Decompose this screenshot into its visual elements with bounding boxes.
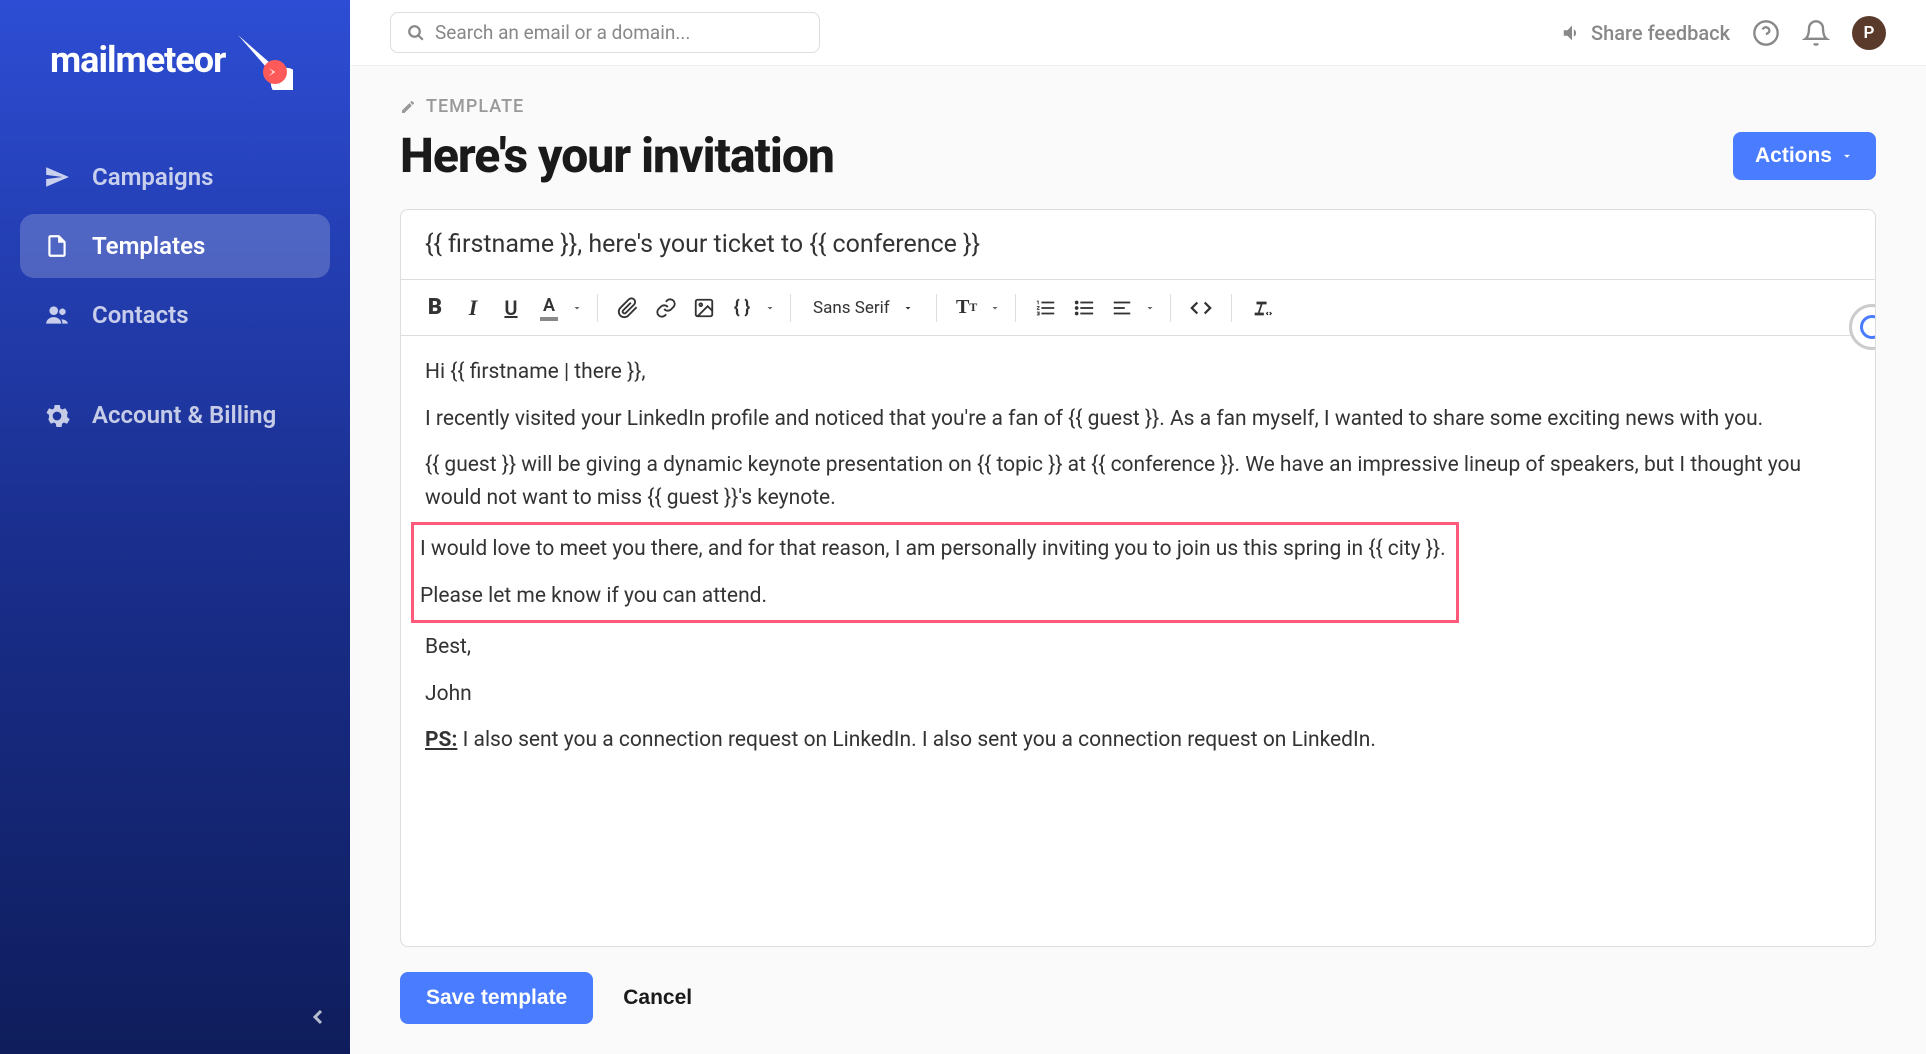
unordered-list-button[interactable] <box>1068 292 1100 324</box>
help-icon[interactable] <box>1752 19 1780 47</box>
search-placeholder: Search an email or a domain... <box>435 21 690 44</box>
save-button[interactable]: Save template <box>400 972 593 1024</box>
sidebar-item-label: Account & Billing <box>92 400 276 431</box>
font-select[interactable]: Sans Serif <box>805 294 922 322</box>
main: Search an email or a domain... Share fee… <box>350 0 1926 1054</box>
editor: {{ firstname }}, here's your ticket to {… <box>400 209 1876 947</box>
code-button[interactable] <box>1185 292 1217 324</box>
ordered-list-button[interactable] <box>1030 292 1062 324</box>
sidebar-item-label: Campaigns <box>92 163 213 191</box>
body-paragraph: Please let me know if you can attend. <box>420 580 1446 613</box>
header: Search an email or a domain... Share fee… <box>350 0 1926 66</box>
sidebar-item-account[interactable]: Account & Billing <box>20 382 330 449</box>
sidebar-item-label: Contacts <box>92 301 189 329</box>
body-paragraph: Best, <box>425 631 1851 664</box>
share-feedback-link[interactable]: Share feedback <box>1561 21 1730 45</box>
feedback-label: Share feedback <box>1591 21 1730 45</box>
text-size-button[interactable]: TT <box>951 292 983 324</box>
align-button[interactable] <box>1106 292 1138 324</box>
chevron-down-icon[interactable] <box>571 302 583 314</box>
people-icon <box>44 302 70 328</box>
body-paragraph: Hi {{ firstname | there }}, <box>425 356 1851 389</box>
sidebar-item-label: Templates <box>92 232 205 260</box>
italic-button[interactable]: I <box>457 292 489 324</box>
cancel-button[interactable]: Cancel <box>623 986 692 1010</box>
gear-icon <box>44 403 70 429</box>
sidebar: mailmeteor Campaigns Templates Contacts … <box>0 0 350 1054</box>
bell-icon[interactable] <box>1802 19 1830 47</box>
send-icon <box>44 164 70 190</box>
avatar[interactable]: P <box>1852 16 1886 50</box>
underline-button[interactable]: U <box>495 292 527 324</box>
body-paragraph: I recently visited your LinkedIn profile… <box>425 403 1851 436</box>
bold-button[interactable]: B <box>419 292 451 324</box>
page-title: Here's your invitation <box>400 127 834 184</box>
brand-name: mailmeteor <box>50 39 225 81</box>
link-button[interactable] <box>650 292 682 324</box>
actions-button[interactable]: Actions <box>1733 132 1876 180</box>
highlight-annotation: I would love to meet you there, and for … <box>411 522 1459 623</box>
body-paragraph: I would love to meet you there, and for … <box>420 533 1446 566</box>
editor-toolbar: B I U A { } <box>401 280 1875 336</box>
body-paragraph: PS: I also sent you a connection request… <box>425 724 1851 757</box>
collapse-icon[interactable] <box>306 1005 330 1029</box>
search-input[interactable]: Search an email or a domain... <box>390 12 820 53</box>
sidebar-item-contacts[interactable]: Contacts <box>20 283 330 347</box>
variable-button[interactable]: { } <box>726 292 758 324</box>
search-icon <box>407 24 425 42</box>
megaphone-icon <box>1561 22 1583 44</box>
text-color-button[interactable]: A <box>533 292 565 324</box>
sidebar-item-campaigns[interactable]: Campaigns <box>20 145 330 209</box>
body-paragraph: John <box>425 678 1851 711</box>
clear-format-button[interactable] <box>1246 292 1278 324</box>
chevron-down-icon <box>1840 149 1854 163</box>
body-paragraph: {{ guest }} will be giving a dynamic key… <box>425 449 1851 514</box>
subject-input[interactable]: {{ firstname }}, here's your ticket to {… <box>401 210 1875 280</box>
content: TEMPLATE Here's your invitation Actions … <box>350 66 1926 1054</box>
pencil-icon <box>400 99 416 115</box>
chevron-down-icon <box>902 302 914 314</box>
attachment-button[interactable] <box>612 292 644 324</box>
meteor-icon <box>233 30 293 90</box>
ps-label: PS: <box>425 728 457 752</box>
ps-text: I also sent you a connection request on … <box>457 728 1375 752</box>
breadcrumb: TEMPLATE <box>400 96 1876 117</box>
document-icon <box>44 233 70 259</box>
chevron-down-icon[interactable] <box>1144 302 1156 314</box>
brand-logo[interactable]: mailmeteor <box>50 30 330 90</box>
image-button[interactable] <box>688 292 720 324</box>
editor-body[interactable]: Hi {{ firstname | there }}, I recently v… <box>401 336 1875 946</box>
chevron-down-icon[interactable] <box>764 302 776 314</box>
sidebar-item-templates[interactable]: Templates <box>20 214 330 278</box>
chevron-down-icon[interactable] <box>989 302 1001 314</box>
